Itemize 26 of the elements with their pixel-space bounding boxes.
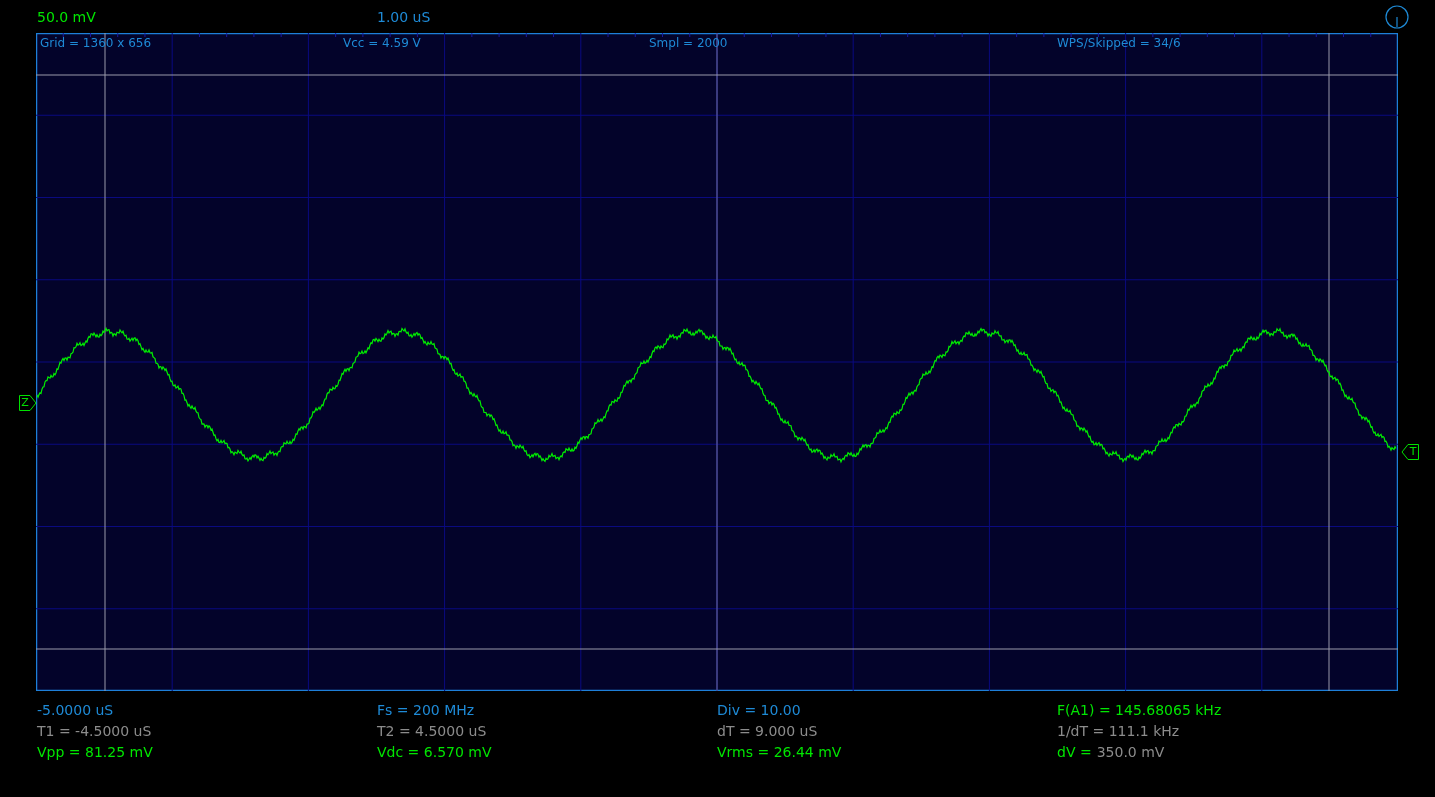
dial-icon[interactable] bbox=[1385, 4, 1409, 29]
readout-value: 350.0 mV bbox=[1096, 743, 1165, 761]
trigger-marker[interactable]: T bbox=[1401, 444, 1419, 460]
cursor-line[interactable] bbox=[104, 33, 106, 691]
plot-info: Smpl = 2000 bbox=[649, 36, 728, 50]
readout: Fs = 200 MHz bbox=[377, 701, 475, 719]
plot-info: Vcc = 4.59 V bbox=[343, 36, 421, 50]
readout: dT = 9.000 uS bbox=[717, 722, 818, 740]
readout-label: dV = bbox=[1057, 743, 1092, 761]
readout: Vrms = 26.44 mV bbox=[717, 743, 842, 761]
readout: Vdc = 6.570 mV bbox=[377, 743, 492, 761]
volts-per-div: 50.0 mV bbox=[37, 7, 96, 26]
readout: T1 = -4.5000 uS bbox=[37, 722, 152, 740]
readout: Vpp = 81.25 mV bbox=[37, 743, 153, 761]
ground-marker[interactable]: Z bbox=[19, 395, 37, 411]
readout: -5.0000 uS bbox=[37, 701, 114, 719]
plot-info: WPS/Skipped = 34/6 bbox=[1057, 36, 1181, 50]
cursor-line[interactable] bbox=[36, 74, 1398, 76]
cursor-line[interactable] bbox=[36, 648, 1398, 650]
readout: 1/dT = 111.1 kHz bbox=[1057, 722, 1180, 740]
readout: T2 = 4.5000 uS bbox=[377, 722, 487, 740]
plot-info: Grid = 1360 x 656 bbox=[40, 36, 152, 50]
readout: Div = 10.00 bbox=[717, 701, 801, 719]
cursor-line[interactable] bbox=[1328, 33, 1330, 691]
time-per-div: 1.00 uS bbox=[377, 7, 431, 26]
readout: F(A1) = 145.68065 kHz bbox=[1057, 701, 1222, 719]
